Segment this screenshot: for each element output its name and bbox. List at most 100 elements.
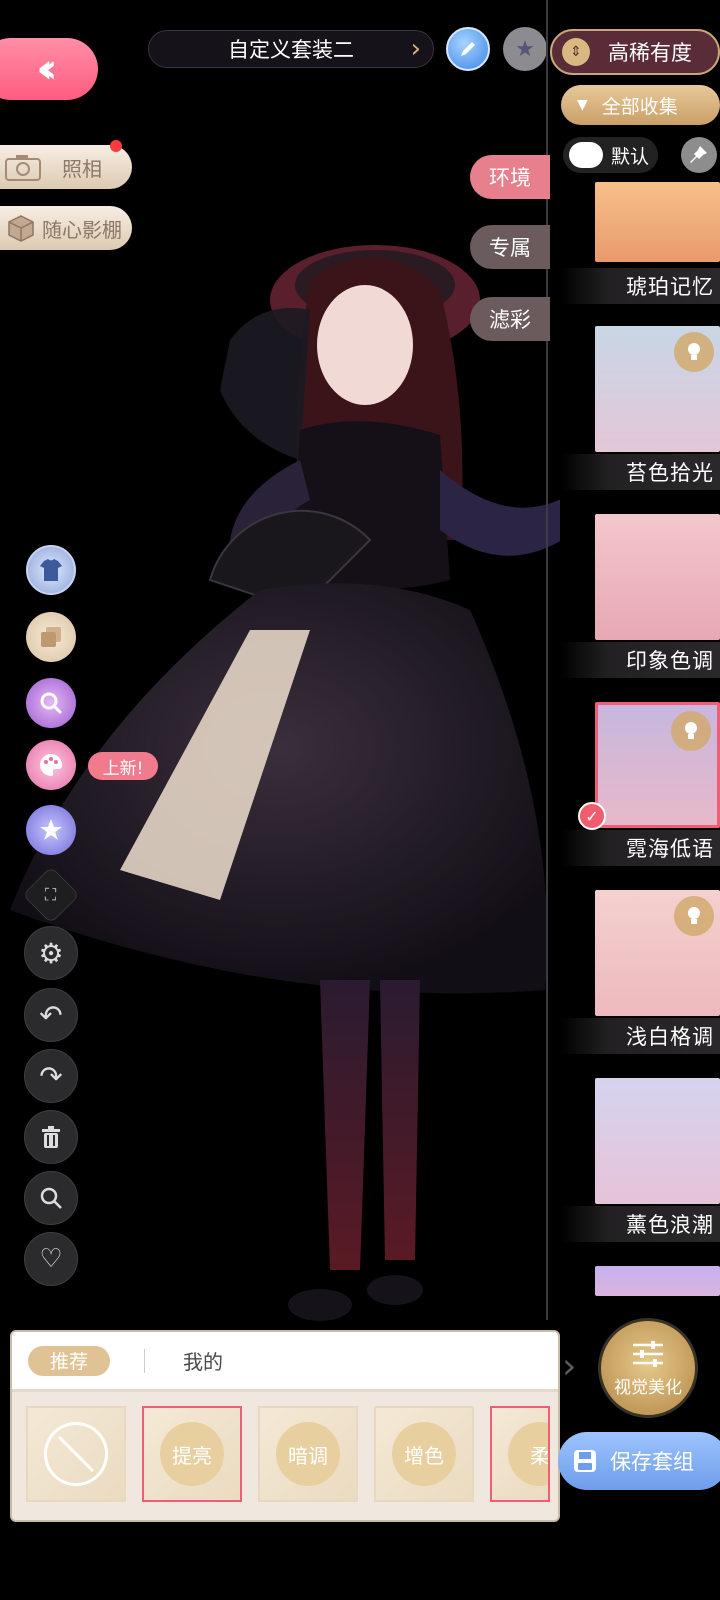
star-feature-button[interactable]	[26, 805, 76, 855]
filter-name: 浅白格调	[626, 1025, 714, 1049]
default-toggle-label: 默认	[611, 145, 650, 168]
notification-dot	[110, 140, 122, 152]
new-badge: 上新!	[88, 752, 158, 780]
filter-item-pale-white[interactable]: 浅白格调	[560, 890, 720, 1055]
sort-icon: ⇕	[562, 38, 590, 66]
filter-item-moss[interactable]: 苔色拾光	[560, 326, 720, 491]
filter-name: 薰色浪潮	[626, 1213, 714, 1237]
palette-icon	[40, 754, 62, 776]
filter-item-neon-sea[interactable]: 霓海低语	[560, 702, 720, 867]
filter-item-lavender-wave[interactable]: 薰色浪潮	[560, 1078, 720, 1243]
pencil-icon	[461, 42, 475, 56]
filter-thumbnail	[595, 514, 720, 640]
sort-label: 高稀有度	[608, 41, 692, 65]
preset-panel: 推荐 我的 提亮 暗调 增色 柔	[10, 1330, 560, 1522]
shirt-icon	[40, 559, 62, 581]
favorite-button[interactable]: ★	[503, 27, 547, 71]
collection-filter-label: 全部收集	[601, 95, 678, 118]
preset-dark[interactable]: 暗调	[258, 1406, 358, 1502]
filter-name-bar: 琥珀记忆	[560, 268, 720, 304]
search-feature-button[interactable]	[26, 678, 76, 728]
visual-beauty-label: 视觉美化	[614, 1377, 682, 1398]
fullscreen-icon: ⛶	[45, 885, 57, 905]
collection-filter-dropdown[interactable]: ▼ 全部收集	[561, 85, 720, 125]
redo-icon: ↷	[39, 1059, 63, 1093]
tab-color-filter[interactable]: 滤彩	[470, 297, 550, 341]
double-chevron-left-icon: ‹‹	[36, 46, 58, 92]
filter-name-bar: 苔色拾光	[560, 454, 720, 490]
edit-title-button[interactable]	[446, 27, 490, 71]
sliders-icon	[633, 1340, 663, 1367]
filter-name: 琥珀记忆	[626, 275, 714, 299]
preset-soft[interactable]: 柔	[490, 1406, 550, 1502]
tab-separator	[144, 1348, 145, 1373]
redo-button[interactable]: ↷	[24, 1049, 78, 1103]
save-outfit-button[interactable]: 保存套组	[558, 1432, 720, 1490]
selected-check-icon: ✓	[578, 802, 606, 830]
toggle-knob	[569, 142, 603, 168]
gear-icon: ⚙	[38, 936, 64, 970]
filter-name-bar: 薰色浪潮	[560, 1206, 720, 1242]
save-outfit-label: 保存套组	[610, 1450, 694, 1474]
filter-thumbnail	[595, 1266, 720, 1296]
pin-icon	[690, 146, 707, 163]
palette-feature-button[interactable]	[26, 740, 76, 790]
default-toggle[interactable]: 默认	[563, 137, 658, 173]
no-effect-icon	[44, 1422, 108, 1486]
preset-label: 柔	[508, 1422, 548, 1486]
chevron-right-icon: ›	[562, 1346, 577, 1387]
filter-item-impression[interactable]: 印象色调	[560, 514, 720, 679]
tab-mine[interactable]: 我的	[183, 1346, 223, 1375]
search-icon	[40, 1187, 62, 1209]
delete-button[interactable]	[24, 1110, 78, 1164]
save-icon	[574, 1450, 596, 1472]
filter-thumbnail	[595, 890, 720, 1016]
filter-name: 苔色拾光	[626, 461, 714, 485]
lightbulb-icon	[674, 896, 714, 936]
tab-exclusive[interactable]: 专属	[470, 225, 550, 269]
star-wand-icon	[40, 819, 62, 840]
character-model	[10, 245, 560, 1321]
filter-name: 印象色调	[626, 649, 714, 673]
preset-tabs: 推荐 我的	[12, 1332, 558, 1392]
tab-recommended[interactable]: 推荐	[28, 1345, 110, 1376]
preset-none[interactable]	[26, 1406, 126, 1502]
tab-environment[interactable]: 环境	[470, 155, 550, 199]
preset-label: 提亮	[160, 1422, 224, 1486]
visual-beauty-button[interactable]: 视觉美化	[598, 1318, 698, 1418]
trash-icon	[42, 1126, 60, 1148]
preset-brighten[interactable]: 提亮	[142, 1406, 242, 1502]
copy-feature-button[interactable]	[26, 612, 76, 662]
copy-icon	[41, 627, 61, 647]
preset-saturate[interactable]: 增色	[374, 1406, 474, 1502]
pin-button[interactable]	[681, 137, 717, 173]
filter-item-amber[interactable]: 琥珀记忆	[560, 182, 720, 304]
studio-button[interactable]: 随心影棚	[0, 206, 132, 250]
photo-button[interactable]: 照相	[0, 145, 132, 189]
undo-icon: ↶	[39, 998, 63, 1032]
undo-button[interactable]: ↶	[24, 988, 78, 1042]
photo-label: 照相	[62, 156, 102, 181]
outfit-feature-button[interactable]	[26, 545, 76, 595]
filter-name: 霓海低语	[626, 837, 714, 861]
preset-label: 增色	[392, 1422, 456, 1486]
outfit-title-bar[interactable]: 自定义套装二 ›	[148, 30, 434, 68]
like-button[interactable]: ♡	[24, 1232, 78, 1286]
filter-name-bar: 印象色调	[560, 642, 720, 678]
filter-thumbnail	[595, 326, 720, 452]
chevron-right-icon: ›	[410, 34, 421, 64]
sort-dropdown[interactable]: ⇕ 高稀有度	[550, 29, 720, 75]
magnifier-icon	[40, 692, 63, 715]
filter-name-bar: 霓海低语	[560, 830, 720, 866]
back-button[interactable]: ‹‹	[0, 38, 98, 100]
camera-icon	[5, 155, 41, 181]
star-icon: ★	[515, 36, 535, 62]
filter-thumbnail	[595, 182, 720, 262]
search-button[interactable]	[24, 1171, 78, 1225]
filter-name-bar: 浅白格调	[560, 1018, 720, 1054]
settings-button[interactable]: ⚙	[24, 926, 78, 980]
box-icon	[8, 215, 34, 242]
lightbulb-icon	[674, 332, 714, 372]
filter-item-partial[interactable]	[560, 1266, 720, 1296]
triangle-down-icon: ▼	[577, 97, 588, 113]
